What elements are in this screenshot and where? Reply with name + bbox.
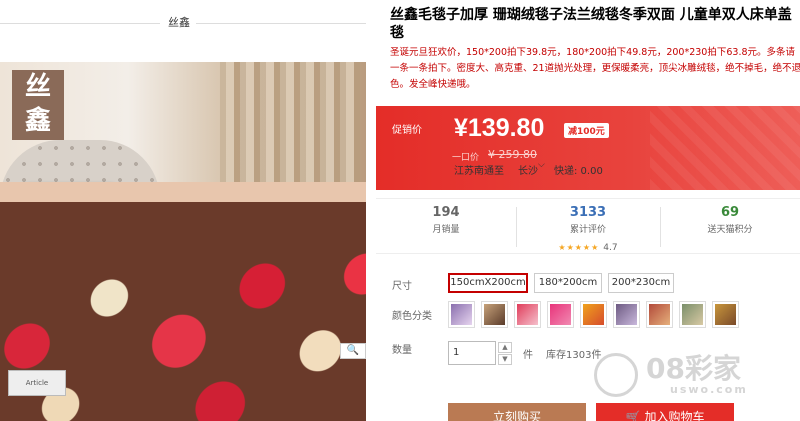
store-header: 丝鑫 — [0, 0, 366, 62]
quantity-decrease-icon[interactable]: ▼ — [498, 354, 512, 365]
watermark-main: 08彩家 — [646, 352, 741, 385]
price-panel: 促销价 ¥139.80 减100元 一口价 ¥ 259.80 — [376, 106, 800, 190]
quantity-unit: 件 — [523, 350, 533, 361]
product-subtitle: 圣诞元旦狂欢价，150*200拍下39.8元，180*200拍下49.8元，20… — [390, 47, 800, 90]
image-book: Article — [8, 370, 66, 396]
color-swatch[interactable] — [646, 301, 673, 328]
logo-char: 丝 — [24, 72, 51, 102]
stat-value: 69 — [720, 205, 740, 220]
house-icon — [594, 353, 638, 397]
ship-to-select[interactable]: 长沙 — [518, 162, 538, 177]
buy-now-button[interactable]: 立刻购买 — [448, 403, 586, 421]
stat-label: 累计评价 — [569, 225, 606, 235]
discount-badge: 减100元 — [564, 123, 609, 138]
logo-char: 鑫 — [24, 106, 51, 136]
quantity-input[interactable]: 1 — [448, 341, 496, 365]
stat-label: 送天猫积分 — [707, 225, 753, 235]
color-swatch[interactable] — [613, 301, 640, 328]
color-label: 颜色分类 — [392, 311, 432, 322]
promo-price: ¥139.80 — [454, 114, 545, 142]
stat-monthly-sales: 194 月销量 — [376, 199, 516, 255]
color-swatch[interactable] — [514, 301, 541, 328]
divider — [196, 23, 366, 24]
stats-bar: 194 月销量 3133 累计评价 ★★★★★ 4.7 69 送天猫积分 — [376, 198, 800, 254]
zoom-icon[interactable]: 🔍 — [340, 343, 366, 359]
promo-label: 促销价 — [392, 125, 422, 136]
product-title: 丝鑫毛毯子加厚 珊瑚绒毯子法兰绒毯冬季双面 儿童单双人床单盖毯 — [390, 7, 792, 41]
brand-logo: 丝 鑫 — [12, 70, 64, 140]
color-swatch[interactable] — [481, 301, 508, 328]
stat-reviews[interactable]: 3133 累计评价 ★★★★★ 4.7 — [518, 199, 658, 255]
stock-count: 库存1303件 — [546, 350, 602, 361]
shipping-fee: 快递: 0.00 — [554, 166, 603, 177]
divider — [0, 23, 160, 24]
quantity-label: 数量 — [392, 345, 412, 356]
chevron-down-icon[interactable]: ⌵ — [538, 160, 545, 170]
store-name[interactable]: 丝鑫 — [162, 14, 196, 30]
size-option[interactable]: 180*200cm — [534, 273, 602, 293]
watermark-sub: uswo.com — [670, 383, 748, 396]
color-swatch[interactable] — [712, 301, 739, 328]
rating-stars-icon: ★★★★★ — [558, 243, 600, 252]
product-image[interactable]: 丝 鑫 Article — [0, 62, 366, 421]
price-band: 促销价 ¥139.80 减100元 一口价 ¥ 259.80 — [376, 106, 800, 190]
color-swatch[interactable] — [580, 301, 607, 328]
quantity-increase-icon[interactable]: ▲ — [498, 342, 512, 353]
color-swatch[interactable] — [547, 301, 574, 328]
stat-label: 月销量 — [432, 225, 460, 235]
divider — [516, 207, 517, 247]
original-price: ¥ 259.80 — [488, 148, 537, 161]
size-label: 尺寸 — [392, 281, 412, 292]
stat-value: 194 — [432, 205, 460, 220]
size-option[interactable]: 200*230cm — [608, 273, 674, 293]
size-option[interactable]: 150cmX200cm — [448, 273, 528, 293]
watermark: 08彩家 uswo.com — [594, 347, 796, 417]
ship-to-label: 至 — [494, 166, 504, 177]
rating-value: 4.7 — [603, 243, 618, 253]
stat-value: 3133 — [569, 205, 607, 220]
ship-from: 江苏南通 — [454, 166, 494, 177]
color-swatch[interactable] — [679, 301, 706, 328]
stat-points: 69 送天猫积分 — [660, 199, 800, 255]
color-swatch[interactable] — [448, 301, 475, 328]
